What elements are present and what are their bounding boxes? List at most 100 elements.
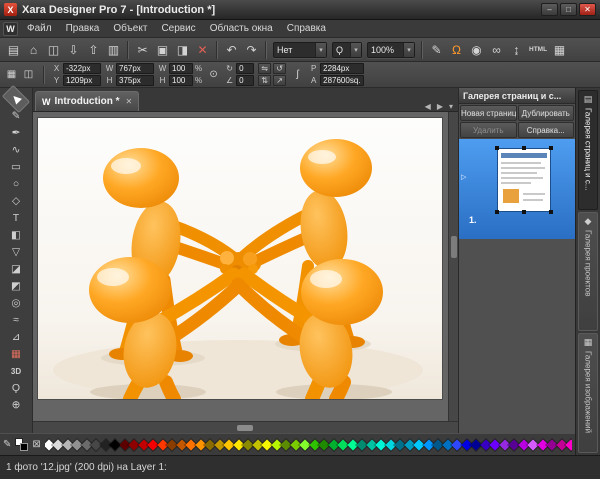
menu-item[interactable]: Правка [59,21,107,36]
menu-item[interactable]: Объект [106,21,154,36]
photo-image[interactable] [38,118,442,399]
pen-tool[interactable]: ✒ [4,125,28,141]
photo-tool[interactable]: ▦ [4,346,28,362]
vertical-scrollbar[interactable] [448,112,458,421]
undo-icon[interactable]: ↶ [222,40,241,59]
print-icon[interactable]: ▥ [104,40,123,59]
canvas[interactable] [33,112,458,421]
rectangle-tool[interactable]: ▭ [4,159,28,175]
flip-horizontal-icon[interactable]: ⇋ [258,63,271,74]
doc-list-icon[interactable]: ▾ [446,102,456,111]
vertical-scroll-thumb[interactable] [451,236,457,258]
color-swatch[interactable] [566,439,572,450]
percent-unit: % [195,76,202,85]
selection-handle[interactable] [495,146,499,150]
scale-w-label: W [158,64,167,73]
push-tool[interactable]: ⊕ [4,397,28,413]
fill-line-color-indicator[interactable] [15,438,28,451]
cut-icon[interactable]: ✂ [133,40,152,59]
freehand-tool[interactable]: ∿ [4,142,28,158]
page-thumbnail[interactable] [498,149,550,211]
menu-item[interactable]: Файл [20,21,59,36]
zoom-tool[interactable]: Ϙ [4,380,28,396]
zoom-tool-combo[interactable]: Ϙ ▾ [332,42,362,58]
bevel-tool[interactable]: ◩ [4,278,28,294]
line-color-swatch[interactable] [20,443,28,451]
scale-height-field[interactable] [169,75,193,86]
rotate-ccw-icon[interactable]: ↺ [273,63,286,74]
xara-menu-icon[interactable]: W [3,22,18,36]
tab-pages-gallery[interactable]: ▤Галерея страниц и с... [578,90,598,210]
shear-angle-field[interactable] [236,75,254,86]
next-doc-icon[interactable]: ▶ [434,102,446,111]
flip-vertical-icon[interactable]: ⇅ [258,75,271,86]
menu-item[interactable]: Справка [280,21,333,36]
scale-width-field[interactable] [169,63,193,74]
ellipse-tool[interactable]: ○ [4,176,28,192]
export-icon[interactable]: ⇧ [84,40,103,59]
zoom-level-combo[interactable]: 100% ▾ [367,42,415,58]
y-position-field[interactable] [63,75,101,86]
paperclip-icon[interactable]: ʃ [290,67,305,82]
mold-tool[interactable]: ⊿ [4,329,28,345]
snap-magnet-icon[interactable]: Ω [447,40,466,59]
height-field[interactable] [116,75,154,86]
rotation-angle-field[interactable] [236,63,254,74]
contour-tool[interactable]: ◎ [4,295,28,311]
delete-icon[interactable]: ✕ [193,40,212,59]
aspect-lock-icon[interactable]: ⊙ [206,67,221,82]
prev-doc-icon[interactable]: ◀ [422,102,434,111]
no-color-icon[interactable]: ⊠ [32,439,40,450]
selection-handle[interactable] [495,210,499,214]
close-button[interactable]: ✕ [579,3,596,16]
expand-arrow-icon[interactable]: ▷ [461,173,466,181]
import-icon[interactable]: ⇩ [64,40,83,59]
selection-handle[interactable] [522,210,526,214]
menu-item[interactable]: Область окна [203,21,280,36]
maximize-button[interactable]: □ [560,3,577,16]
link-icon[interactable]: ∞ [487,40,506,59]
scale-diagonal-icon[interactable]: ↗ [273,75,286,86]
text-tool[interactable]: T [4,210,28,226]
html-preview-icon[interactable]: HTML [527,40,549,59]
x-position-field[interactable] [63,63,101,74]
duplicate-page-button[interactable]: Дублировать [518,105,575,121]
window-icon[interactable]: ▦ [550,40,569,59]
menu-item[interactable]: Сервис [154,21,202,36]
horizontal-scroll-thumb[interactable] [237,425,253,431]
copy-icon[interactable]: ▣ [153,40,172,59]
selection-handle[interactable] [549,146,553,150]
tab-bitmaps-gallery[interactable]: ▦Галерея изображений [578,333,598,453]
page-list-item-selected[interactable]: ▷ [459,139,575,239]
snap-grid-icon[interactable]: ▦ [4,67,19,82]
bounds-icon[interactable]: ◫ [21,67,36,82]
width-field[interactable] [116,63,154,74]
horizontal-scrollbar[interactable] [33,421,458,433]
save-icon[interactable]: ◫ [44,40,63,59]
shadow-tool[interactable]: ◪ [4,261,28,277]
blend-tool[interactable]: ≈ [4,312,28,328]
fill-tool[interactable]: ◧ [4,227,28,243]
close-tab-icon[interactable]: ✕ [124,97,133,106]
selection-handle[interactable] [549,210,553,214]
web-export-icon[interactable]: ◉ [467,40,486,59]
open-icon[interactable]: ⌂ [24,40,43,59]
new-page-button[interactable]: Новая страница [460,105,517,121]
edit-color-icon[interactable]: ✎ [3,439,11,450]
tab-designs-gallery[interactable]: ◆Галерея проектов [578,212,598,332]
minimize-button[interactable]: – [541,3,558,16]
quickshape-tool[interactable]: ◇ [4,193,28,209]
paste-icon[interactable]: ◨ [173,40,192,59]
delete-page-button[interactable]: Удалить [460,122,517,138]
line-width-combo[interactable]: Нет ▾ [273,42,327,58]
selection-handle[interactable] [522,146,526,150]
transparency-tool[interactable]: ▽ [4,244,28,260]
anchor-icon[interactable]: ↨ [507,40,526,59]
redo-icon[interactable]: ↷ [242,40,261,59]
document-tab[interactable]: W Introduction * ✕ [35,91,139,111]
gallery-panel-title[interactable]: Галерея страниц и с... [459,88,575,104]
curve-icon[interactable]: ✎ [427,40,446,59]
new-document-icon[interactable]: ▤ [4,40,23,59]
extrude-3d-tool[interactable]: 3D [4,363,28,379]
help-button[interactable]: Справка... [518,122,575,138]
